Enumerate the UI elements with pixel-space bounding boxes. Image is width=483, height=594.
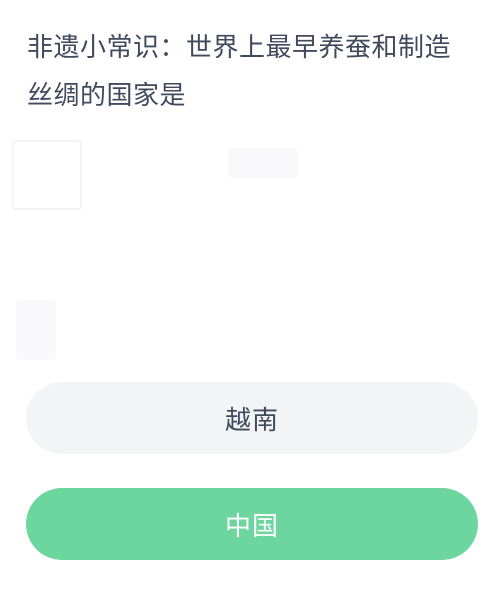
answer-option-label: 中国: [224, 511, 279, 542]
answer-option-vietnam[interactable]: 越南: [26, 382, 478, 454]
faded-text-placeholder: [16, 300, 56, 360]
answer-option-label: 越南: [224, 405, 279, 436]
quiz-question: 非遗小常识：世界上最早养蚕和制造丝绸的国家是: [27, 33, 452, 111]
answer-option-china[interactable]: 中国: [26, 488, 478, 560]
faded-image-placeholder: [12, 140, 82, 210]
faded-text-placeholder: [228, 148, 298, 178]
